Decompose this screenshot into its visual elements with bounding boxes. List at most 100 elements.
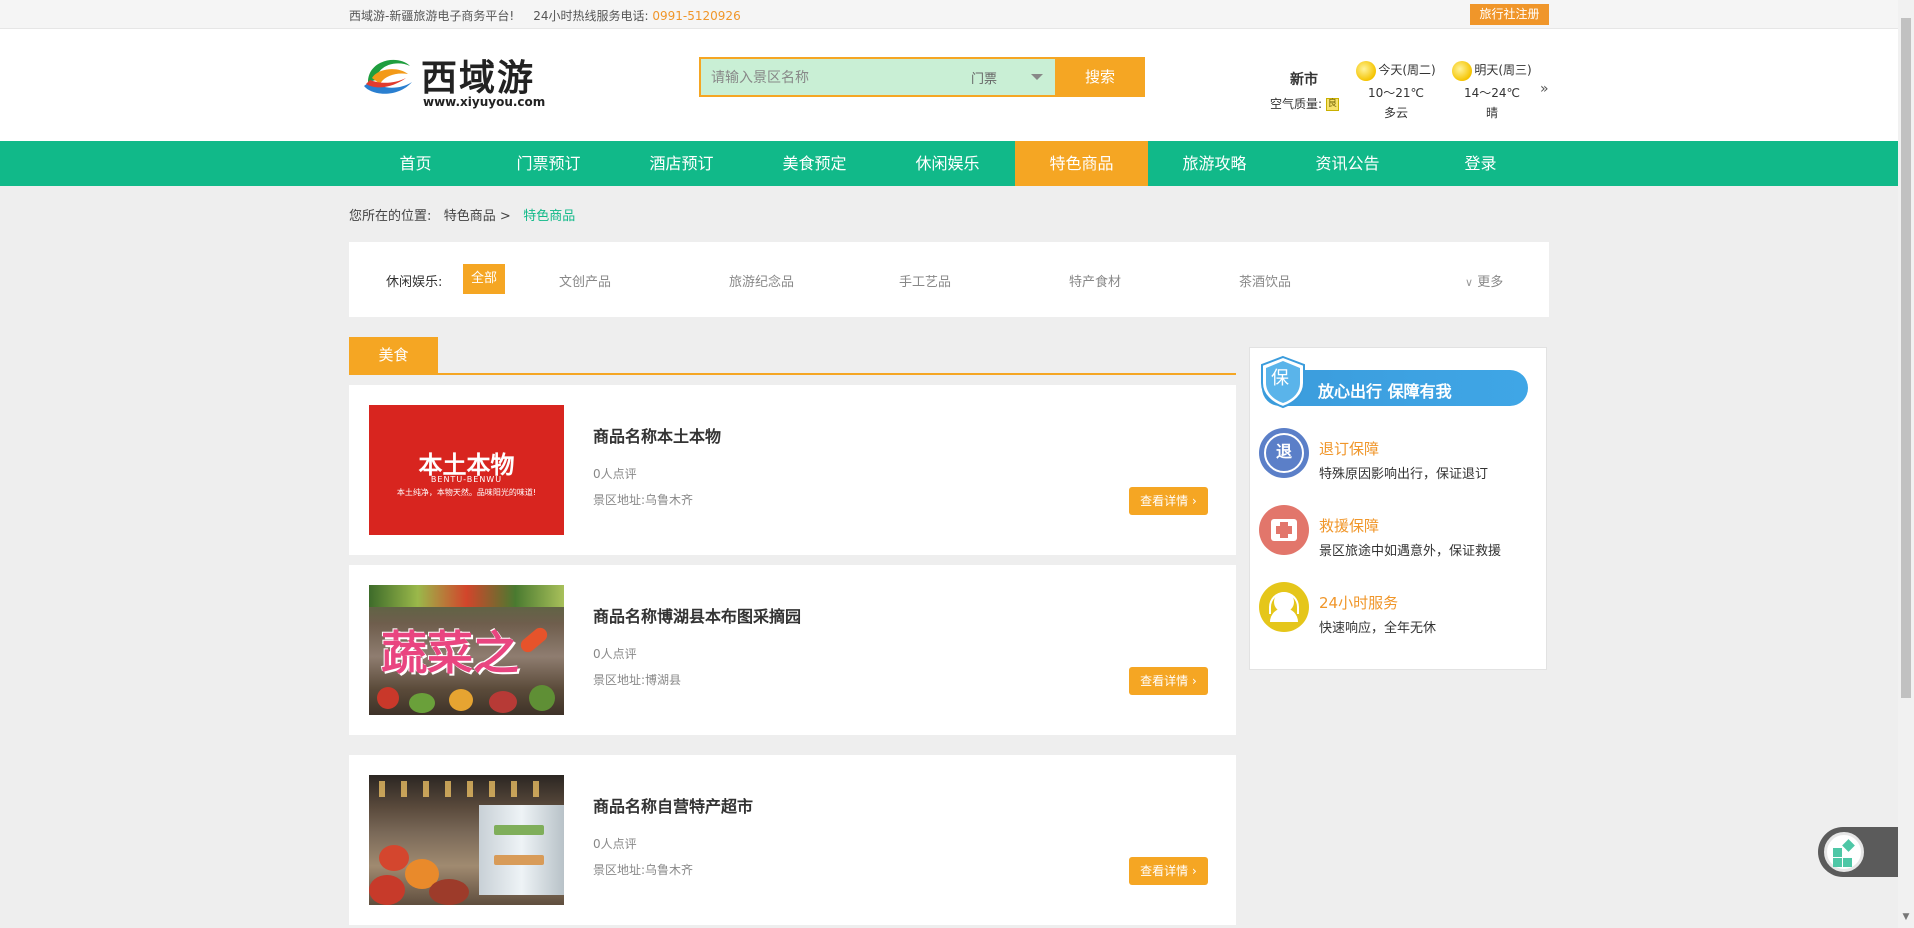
produce-decoration xyxy=(377,687,399,709)
produce-decoration xyxy=(489,691,517,713)
nav-item-news[interactable]: 资讯公告 xyxy=(1281,141,1414,186)
main-nav: 首页 门票预订 酒店预订 美食预定 休闲娱乐 特色商品 旅游攻略 资讯公告 登录 xyxy=(0,141,1898,186)
product-name[interactable]: 商品名称本土本物 xyxy=(593,423,721,447)
nav-item-login[interactable]: 登录 xyxy=(1414,141,1547,186)
floating-service-button[interactable] xyxy=(1818,827,1898,877)
view-detail-button[interactable]: 查看详情 › xyxy=(1129,857,1208,885)
logo-wordmark: 西域游 xyxy=(421,57,536,99)
filter-more-label: 更多 xyxy=(1477,275,1504,290)
weather-tomorrow: 明天(周三) 14～24℃ 晴 xyxy=(1442,59,1542,121)
guarantee-title: 救援保障 xyxy=(1319,517,1380,535)
grid-square xyxy=(1833,848,1842,857)
filter-option[interactable]: 手工艺品 xyxy=(899,271,951,290)
apps-grid-icon xyxy=(1824,832,1864,872)
chevron-right-icon: › xyxy=(1192,864,1197,878)
filter-all[interactable]: 全部 xyxy=(463,264,505,294)
grid-square xyxy=(1833,858,1842,867)
weather-more-icon[interactable]: » xyxy=(1540,81,1549,97)
refund-icon-glyph: 退 xyxy=(1275,442,1292,461)
top-strip: 西域游-新疆旅游电子商务平台! 24小时热线服务电话: 0991-5120926… xyxy=(0,0,1898,29)
weather-temp: 10～21℃ xyxy=(1367,86,1425,100)
nav-item-home[interactable]: 首页 xyxy=(349,141,482,186)
view-detail-label: 查看详情 xyxy=(1140,494,1189,508)
image-brand-slogan: 本土纯净，本物天然。品味阳光的味道! xyxy=(396,488,537,497)
breadcrumb-label: 您所在的位置: xyxy=(349,209,432,224)
nav-item-leisure[interactable]: 休闲娱乐 xyxy=(881,141,1014,186)
filter-label: 休闲娱乐: xyxy=(386,275,443,290)
product-address: 景区地址:博湖县 xyxy=(593,673,682,687)
chevron-down-icon: ∨ xyxy=(1465,276,1474,289)
scrollbar-thumb[interactable] xyxy=(1901,18,1911,698)
breadcrumb-current: 特色商品 xyxy=(523,209,576,224)
air-quality: 空气质量: 良 xyxy=(1270,95,1339,112)
product-reviews: 0人点评 xyxy=(593,467,637,481)
agency-register-button[interactable]: 旅行社注册 xyxy=(1470,4,1549,25)
site-logo[interactable]: 西域游 www.xiyuyou.com xyxy=(358,49,545,109)
product-image[interactable]: 蔬菜之 xyxy=(369,585,564,715)
sunny-icon xyxy=(1452,60,1473,81)
hotline-label: 24小时热线服务电话: xyxy=(533,9,649,23)
nav-item-guides[interactable]: 旅游攻略 xyxy=(1148,141,1281,186)
search-category-select[interactable]: 门票 xyxy=(971,68,997,87)
air-quality-label: 空气质量: xyxy=(1270,97,1323,111)
produce-decoration xyxy=(409,693,435,713)
nav-item-tickets[interactable]: 门票预订 xyxy=(482,141,615,186)
section-tab-food[interactable]: 美食 xyxy=(349,337,438,373)
search-bar: 门票 搜索 xyxy=(699,57,1145,97)
produce-decoration xyxy=(369,585,564,607)
guarantee-banner-text: 放心出行 保障有我 xyxy=(1318,382,1452,401)
nav-item-food[interactable]: 美食预定 xyxy=(748,141,881,186)
logo-swirl-icon xyxy=(364,59,412,94)
product-image[interactable] xyxy=(369,775,564,905)
page-scrollbar[interactable]: ▼ xyxy=(1898,0,1914,928)
product-name[interactable]: 商品名称自营特产超市 xyxy=(593,793,753,817)
nav-item-specialty[interactable]: 特色商品 xyxy=(1015,141,1148,186)
search-button[interactable]: 搜索 xyxy=(1055,57,1145,97)
guarantee-refund: 退 退订保障 特殊原因影响出行，保证退订 xyxy=(1259,428,1539,486)
grid-square xyxy=(1843,858,1852,867)
produce-decoration xyxy=(449,689,473,711)
search-input[interactable] xyxy=(711,68,941,88)
store-lights-decoration xyxy=(379,781,554,797)
category-filter: 休闲娱乐: 全部 文创产品 旅游纪念品 手工艺品 特产食材 茶酒饮品 ∨ 更多 xyxy=(349,242,1549,317)
scroll-down-arrow-icon[interactable]: ▼ xyxy=(1898,912,1914,926)
weather-desc: 多云 xyxy=(1383,106,1408,120)
image-sign-text: 蔬菜之 xyxy=(381,626,519,680)
chevron-right-icon: › xyxy=(1192,674,1197,688)
product-reviews: 0人点评 xyxy=(593,647,637,661)
guarantee-title: 24小时服务 xyxy=(1319,594,1399,612)
weather-temp: 14～24℃ xyxy=(1463,86,1521,100)
product-card: 本土本物 BENTU-BENWU 本土纯净，本物天然。品味阳光的味道! 商品名称… xyxy=(349,385,1236,555)
header: 西域游 www.xiyuyou.com 门票 搜索 新市 空气质量: 良 今天(… xyxy=(0,29,1898,141)
filter-option[interactable]: 茶酒饮品 xyxy=(1239,271,1291,290)
produce-decoration xyxy=(429,879,469,905)
product-name[interactable]: 商品名称博湖县本布图采摘园 xyxy=(593,603,801,627)
product-card: 商品名称自营特产超市 0人点评 景区地址:乌鲁木齐 查看详情 › xyxy=(349,755,1236,925)
produce-decoration xyxy=(379,845,409,871)
guarantee-desc: 特殊原因影响出行，保证退订 xyxy=(1319,467,1489,482)
filter-option[interactable]: 特产食材 xyxy=(1069,271,1121,290)
breadcrumb: 您所在的位置: 特色商品 > 特色商品 xyxy=(349,205,575,224)
filter-option[interactable]: 旅游纪念品 xyxy=(729,271,794,290)
view-detail-button[interactable]: 查看详情 › xyxy=(1129,487,1208,515)
guarantee-panel: 放心出行 保障有我 保 退 退订保障 特殊原因影响出行，保证退订 救援保障 景区… xyxy=(1249,347,1547,670)
store-shelf-decoration xyxy=(479,805,564,895)
breadcrumb-parent[interactable]: 特色商品 > xyxy=(444,209,511,224)
image-brand-sub: BENTU-BENWU xyxy=(430,475,503,484)
city-name: 新市 xyxy=(1290,72,1318,88)
refund-icon: 退 xyxy=(1259,428,1309,478)
filter-option[interactable]: 文创产品 xyxy=(559,271,611,290)
product-image[interactable]: 本土本物 BENTU-BENWU 本土纯净，本物天然。品味阳光的味道! xyxy=(369,405,564,535)
view-detail-label: 查看详情 xyxy=(1140,674,1189,688)
site-slogan: 西域游-新疆旅游电子商务平台! xyxy=(349,9,515,23)
produce-decoration xyxy=(369,875,405,905)
nav-item-hotels[interactable]: 酒店预订 xyxy=(615,141,748,186)
guarantee-rescue: 救援保障 景区旅途中如遇意外，保证救援 xyxy=(1259,505,1539,563)
hotline-number: 0991-5120926 xyxy=(652,9,741,23)
produce-decoration xyxy=(518,624,550,656)
filter-more[interactable]: ∨ 更多 xyxy=(1465,271,1503,290)
grid-square xyxy=(1842,839,1855,852)
view-detail-button[interactable]: 查看详情 › xyxy=(1129,667,1208,695)
chevron-down-icon[interactable] xyxy=(1031,74,1043,80)
weather-today: 今天(周二) 10～21℃ 多云 xyxy=(1346,59,1446,121)
